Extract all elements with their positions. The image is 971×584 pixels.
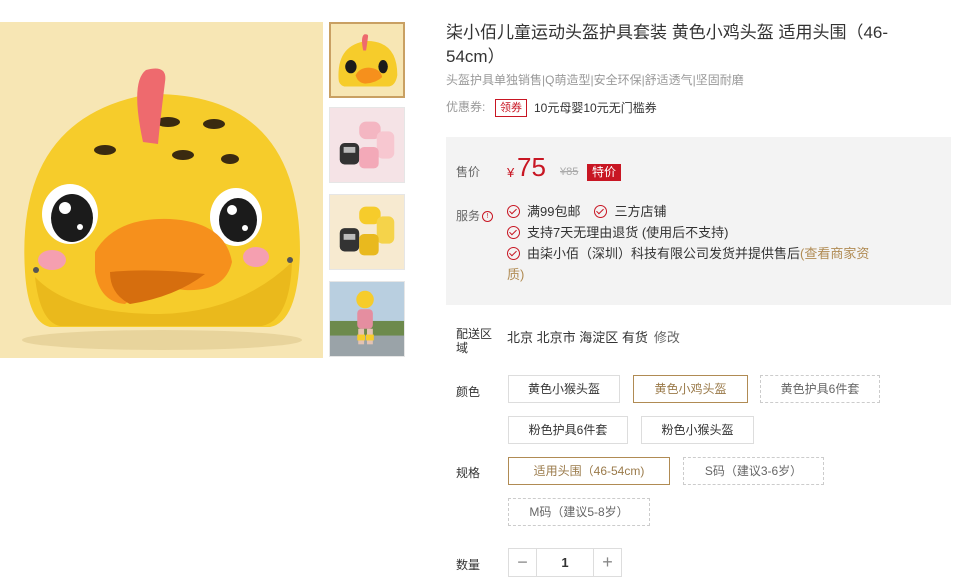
size-label: 规格 (456, 466, 481, 480)
coupon-text: 10元母婴10元无门槛券 (534, 101, 657, 116)
minus-icon[interactable]: − (509, 549, 536, 576)
kid-photo-thumbnail-image (330, 282, 404, 356)
service-third-party-store: 三方店铺 (594, 204, 666, 219)
delivery-value: 北京 北京市 海淀区 有货 修改 (507, 327, 680, 346)
view-merchant-link-cont[interactable]: 质) (507, 265, 524, 285)
view-merchant-link[interactable]: (查看商家资 (800, 246, 869, 261)
service-label: 服务! (456, 207, 494, 224)
yellow-chick-helmet-image (0, 22, 323, 358)
plus-icon[interactable]: + (594, 549, 621, 576)
quantity-label: 数量 (456, 558, 481, 572)
service-free-shipping: 满99包邮 (507, 204, 580, 219)
thumbnail-chick-helmet[interactable] (329, 22, 405, 98)
color-option-pink-pads-6pc[interactable]: 粉色护具6件套 (508, 416, 628, 444)
price-currency: ¥ (507, 165, 515, 180)
yellow-pads-thumbnail-image (330, 195, 404, 269)
service-line-1: 满99包邮 三方店铺 (507, 202, 680, 222)
chick-helmet-thumbnail-image (331, 24, 403, 96)
check-circle-icon (507, 205, 520, 218)
special-price-badge: 特价 (587, 164, 622, 181)
main-product-image (0, 22, 323, 358)
color-option-yellow-monkey-helmet[interactable]: 黄色小猴头盔 (508, 375, 620, 403)
thumbnail-pink-pads[interactable] (329, 107, 405, 183)
delivery-location: 北京 北京市 海淀区 有货 (507, 330, 648, 345)
delivery-label: 配送区 域 (456, 327, 493, 355)
price-panel: 售价 ¥ 75 ¥85 特价 服务! 满99包邮 三方店铺 支持7天无理由退货 (… (446, 137, 951, 305)
coupon-row: 优惠券: 领券 10元母婴10元无门槛券 (446, 98, 657, 117)
check-circle-icon (507, 247, 520, 260)
color-option-pink-monkey-helmet[interactable]: 粉色小猴头盔 (641, 416, 754, 444)
thumbnail-yellow-pads[interactable] (329, 194, 405, 270)
price-value: 75 (517, 152, 546, 182)
size-option-s[interactable]: S码（建议3-6岁） (683, 457, 824, 485)
size-option-m[interactable]: M码（建议5-8岁） (508, 498, 650, 526)
price-label: 售价 (456, 165, 481, 179)
original-price: ¥85 (560, 166, 579, 178)
delivery-edit-link[interactable]: 修改 (654, 330, 680, 345)
quantity-stepper: − 1 + (508, 548, 622, 577)
check-circle-icon (594, 205, 608, 218)
service-line-3: 由柒小佰（深圳）科技有限公司发货并提供售后(查看商家资 (507, 244, 869, 264)
pink-pads-thumbnail-image (330, 108, 404, 182)
thumbnail-kid-photo[interactable] (329, 281, 405, 357)
get-coupon-button[interactable]: 领券 (495, 98, 527, 117)
info-icon[interactable]: ! (482, 211, 494, 223)
size-option-head-46-54[interactable]: 适用头围（46-54cm) (508, 457, 670, 485)
service-line-2: 支持7天无理由退货 (使用后不支持) (507, 223, 729, 243)
color-option-yellow-pads-6pc[interactable]: 黄色护具6件套 (760, 375, 880, 403)
color-label: 颜色 (456, 385, 481, 399)
coupon-label: 优惠券: (446, 100, 486, 114)
quantity-input[interactable]: 1 (536, 549, 594, 576)
color-option-yellow-chick-helmet[interactable]: 黄色小鸡头盔 (633, 375, 748, 403)
product-title: 柒小佰儿童运动头盔护具套装 黄色小鸡头盔 适用头围（46-54cm） (446, 23, 889, 66)
check-circle-icon (507, 226, 520, 239)
product-subtitle: 头盔护具单独销售|Q萌造型|安全环保|舒适透气|坚固耐磨 (446, 73, 744, 87)
